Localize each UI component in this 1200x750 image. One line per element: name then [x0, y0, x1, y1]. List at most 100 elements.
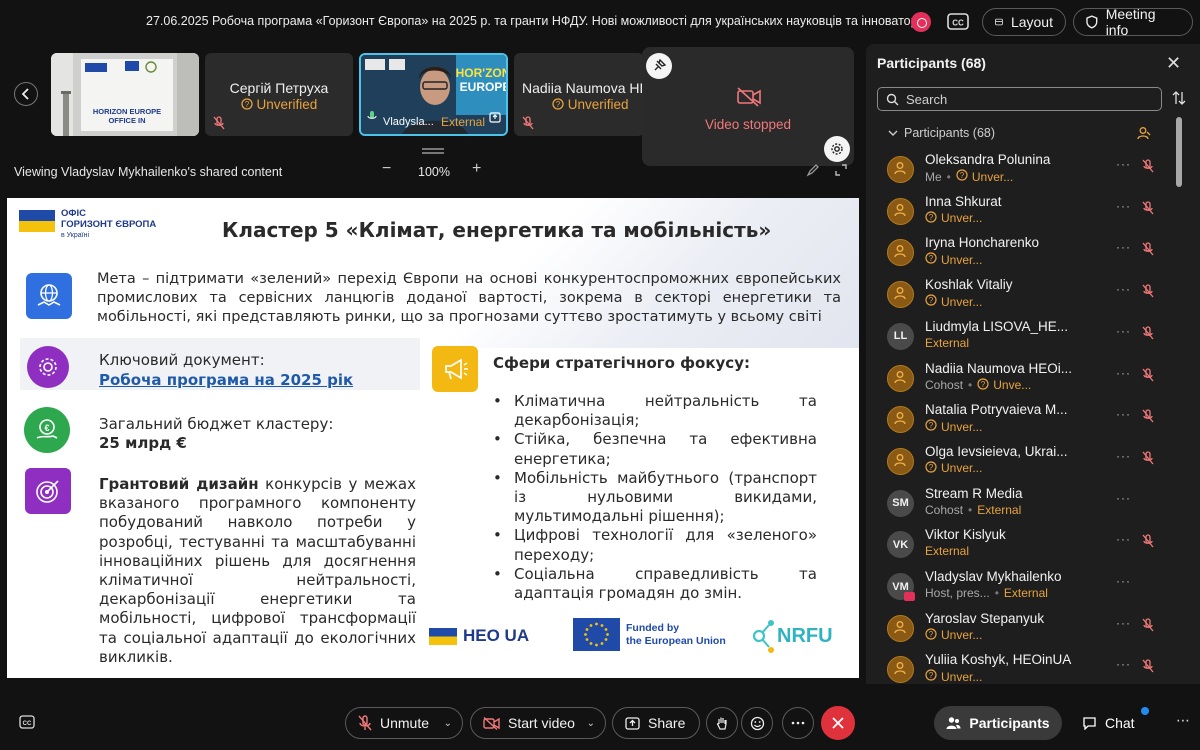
participant-row[interactable]: Oleksandra Polunina Me • ? Unver... ··· — [887, 152, 1177, 192]
participants-section-toggle[interactable]: Participants (68) — [888, 126, 995, 140]
chat-tab[interactable]: Chat — [1082, 706, 1162, 740]
layout-button[interactable]: Layout — [982, 8, 1066, 36]
captions-icon[interactable]: CC — [946, 11, 970, 33]
reactions-button[interactable] — [741, 707, 773, 739]
recording-icon[interactable] — [911, 12, 931, 32]
participant-row[interactable]: Yaroslav Stepanyuk? Unver... ··· — [887, 611, 1177, 651]
share-label: Share — [648, 715, 686, 731]
list-item: Кліматична нейтральність та декарбонізац… — [493, 392, 817, 430]
participant-more-button[interactable]: ··· — [1116, 657, 1131, 671]
annotate-icon[interactable] — [806, 163, 820, 182]
participant-status: ? Unver... — [956, 169, 1013, 184]
participant-status-label: Unver... — [941, 211, 983, 226]
participant-more-button[interactable]: ··· — [1116, 407, 1131, 421]
search-input[interactable] — [906, 91, 1146, 107]
more-options-button[interactable] — [782, 707, 814, 739]
work-programme-link[interactable]: Робоча програма на 2025 рік — [99, 371, 353, 389]
participant-more-button[interactable]: ··· — [1116, 240, 1131, 254]
start-video-button[interactable]: Start video ⌄ — [470, 707, 606, 739]
speaker-status: External — [441, 115, 486, 129]
unverified-icon: ? — [925, 211, 937, 226]
participant-name: Oleksandra Polunina — [925, 152, 1051, 167]
participant-more-button[interactable]: ··· — [1116, 324, 1131, 338]
unverified-icon: ? — [552, 98, 564, 110]
chevron-down-icon[interactable]: ⌄ — [587, 718, 595, 729]
video-settings-button[interactable] — [824, 136, 850, 162]
leave-meeting-button[interactable] — [821, 706, 855, 740]
captions-icon[interactable]: CC — [19, 715, 35, 734]
close-icon[interactable]: ✕ — [1166, 53, 1181, 74]
participant-row[interactable]: Iryna Honcharenko? Unver... ··· — [887, 235, 1177, 275]
eu-line1: Funded by — [626, 622, 680, 634]
participant-row[interactable]: Natalia Potryvaieva M...? Unver... ··· — [887, 402, 1177, 442]
unverified-icon: ? — [925, 461, 937, 476]
chat-icon — [1083, 717, 1096, 730]
ukraine-eu-flag-icon — [19, 210, 55, 232]
participant-more-button[interactable]: ··· — [1116, 574, 1131, 588]
speaker-mic-icon — [367, 110, 377, 128]
participant-role: Me — [925, 169, 942, 184]
video-tile-participant[interactable]: Nadiia Naumova HEO ? Unverified — [514, 53, 644, 136]
raise-hand-button[interactable] — [706, 707, 738, 739]
chevron-down-icon[interactable]: ⌄ — [444, 718, 452, 729]
video-tile-participant[interactable]: Сергій Петруха ? Unverified — [205, 53, 353, 136]
participant-meta: ? Unver... — [925, 419, 982, 434]
participant-meta: Cohost •? Unve... — [925, 377, 1031, 393]
participant-more-button[interactable]: ··· — [1116, 157, 1131, 171]
participant-row[interactable]: Olga Ievsieieva, Ukrai...? Unver... ··· — [887, 444, 1177, 484]
user-icon — [893, 453, 908, 470]
svg-text:EUROPE: EUROPE — [460, 80, 508, 94]
admit-user-icon[interactable] — [1137, 126, 1151, 145]
video-tile-active-speaker[interactable]: HOR'ZON EUROPE Vladysla... External — [359, 53, 508, 136]
participant-row[interactable]: Inna Shkurat? Unver... ··· — [887, 194, 1177, 234]
unmute-button[interactable]: Unmute ⌄ — [345, 707, 463, 739]
participants-tab[interactable]: Participants — [934, 706, 1062, 740]
participant-more-button[interactable]: ··· — [1116, 491, 1131, 505]
participant-row[interactable]: Koshlak Vitaliy? Unver... ··· — [887, 277, 1177, 317]
participant-row[interactable]: SM Stream R Media Cohost • External ··· — [887, 486, 1177, 526]
participant-row[interactable]: Yuliia Koshyk, HEOinUA? Unver... ··· — [887, 652, 1177, 692]
zoom-in-button[interactable]: + — [472, 160, 481, 178]
video-tile-room[interactable]: HORIZON EUROPE OFFICE IN — [51, 53, 199, 136]
participant-row[interactable]: VM Vladyslav Mykhailenko Host, pres... • Ext… — [887, 569, 1177, 609]
office-logo-text: ОФІС ГОРИЗОНТ ЄВРОПА в Україні — [61, 208, 156, 241]
muted-mic-icon — [1142, 242, 1154, 261]
strip-prev-button[interactable] — [14, 82, 38, 106]
self-view-panel[interactable]: Video stopped — [642, 47, 854, 166]
participant-role: Cohost — [925, 502, 964, 517]
share-screen-icon — [625, 716, 640, 730]
participant-row[interactable]: VK Viktor Kislyuk External ··· — [887, 527, 1177, 567]
participant-more-button[interactable]: ··· — [1116, 366, 1131, 380]
user-icon — [893, 411, 908, 428]
participant-row[interactable]: Nadiia Naumova HEOi... Cohost •? Unve... ··· — [887, 361, 1177, 401]
participant-status-label: Unver... — [941, 628, 983, 643]
separator-dot: • — [968, 378, 973, 392]
participant-search[interactable] — [877, 87, 1162, 111]
strip-resize-handle[interactable] — [422, 148, 444, 154]
svg-text:?: ? — [244, 100, 249, 109]
participant-status: External — [925, 335, 970, 350]
participant-status: ? Unver... — [925, 419, 982, 434]
participant-more-button[interactable]: ··· — [1116, 449, 1131, 463]
participant-more-button[interactable]: ··· — [1116, 616, 1131, 630]
share-button[interactable]: Share — [612, 707, 700, 739]
participant-name: Stream R Media — [925, 485, 1023, 501]
participant-more-button[interactable]: ··· — [1116, 532, 1131, 546]
separator-dot: • — [946, 169, 951, 184]
muted-mic-icon — [1142, 367, 1154, 387]
participant-row[interactable]: LL Liudmyla LISOVA_HE... External ··· — [887, 319, 1177, 359]
list-item: Стійка, безпечна та ефективна енергетика… — [493, 430, 817, 468]
participant-name: Yuliia Koshyk, HEOinUA — [925, 652, 1072, 668]
more-panels-button[interactable]: ⋯ — [1176, 712, 1190, 729]
participant-more-button[interactable]: ··· — [1116, 199, 1131, 213]
pin-button[interactable] — [646, 53, 672, 79]
zoom-level[interactable]: 100% — [418, 165, 450, 179]
meeting-info-label: Meeting info — [1105, 6, 1156, 38]
expand-icon[interactable] — [834, 163, 848, 182]
sort-icon[interactable] — [1172, 90, 1186, 111]
section-label: Participants (68) — [904, 126, 996, 140]
tile-name: Nadiia Naumova HEO — [522, 80, 644, 96]
zoom-out-button[interactable]: − — [382, 160, 391, 178]
participant-more-button[interactable]: ··· — [1116, 282, 1131, 296]
meeting-info-button[interactable]: Meeting info — [1073, 6, 1193, 38]
